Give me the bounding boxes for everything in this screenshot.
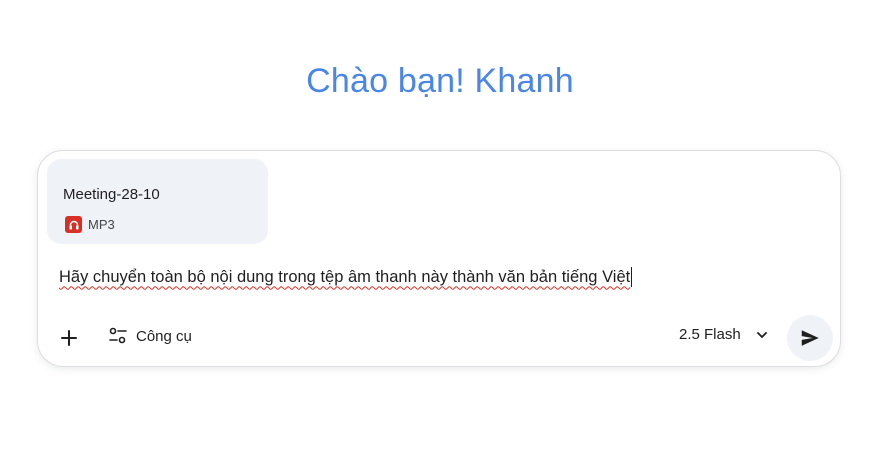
model-label: 2.5 Flash (679, 326, 741, 343)
attachment-chip[interactable]: Meeting-28-10 MP3 (47, 159, 268, 244)
attachment-type-label: MP3 (88, 217, 115, 232)
text-caret (631, 267, 633, 287)
prompt-input[interactable]: Hãy chuyển toàn bộ nội dung trong tệp âm… (59, 267, 633, 287)
model-selector[interactable]: 2.5 Flash (679, 326, 769, 343)
audio-file-icon (65, 216, 82, 233)
plus-icon (61, 330, 77, 346)
tune-icon (109, 327, 127, 344)
prompt-composer[interactable]: Meeting-28-10 MP3 Hãy chuyển toàn bộ nội… (37, 150, 841, 367)
prompt-text[interactable]: Hãy chuyển toàn bộ nội dung trong tệp âm… (59, 268, 630, 287)
add-button[interactable] (57, 326, 81, 350)
attachment-file-name: Meeting-28-10 (63, 186, 160, 203)
page: Chào bạn! Khanh Meeting-28-10 MP3 Hãy ch… (0, 0, 880, 462)
attachment-type: MP3 (65, 216, 115, 233)
send-button[interactable] (787, 315, 833, 361)
send-icon (801, 330, 819, 346)
tools-button[interactable]: Công cụ (108, 326, 192, 346)
greeting-title: Chào bạn! Khanh (306, 62, 574, 100)
tools-label: Công cụ (136, 327, 192, 345)
chevron-down-icon (756, 331, 767, 338)
